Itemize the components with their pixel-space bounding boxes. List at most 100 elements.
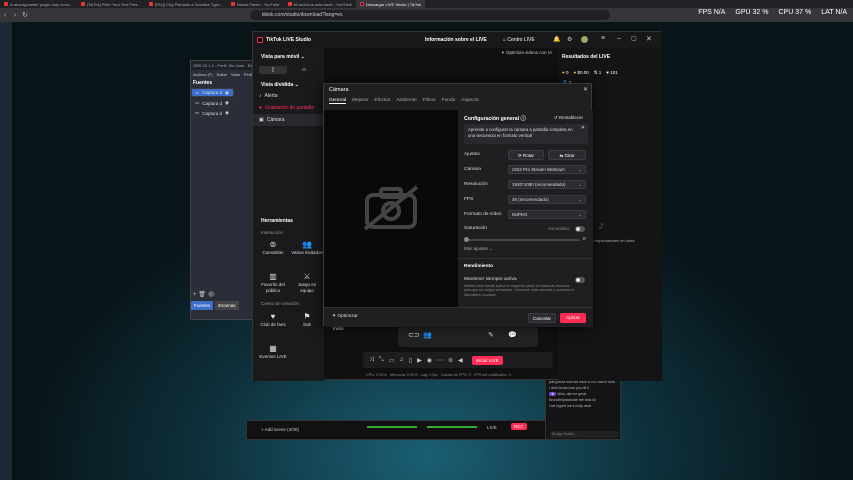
- obs-tab-scenes[interactable]: Escenas: [215, 301, 239, 310]
- studio-titlebar: TikTok LIVE Studio Información sobre el …: [253, 32, 662, 48]
- tool-favorite[interactable]: ▥ Favorito del público: [257, 272, 289, 302]
- landscape-icon[interactable]: ▭: [290, 66, 318, 74]
- sidebar-item-screen-recording[interactable]: ● Grabación de pantalla: [253, 102, 324, 114]
- add-icon[interactable]: +: [193, 292, 197, 298]
- reload-icon[interactable]: ↻: [20, 11, 30, 19]
- trash-icon[interactable]: 🗑: [198, 292, 206, 298]
- more-icon[interactable]: ⋯: [437, 357, 443, 364]
- mic-slider[interactable]: [427, 426, 477, 428]
- chat-icon[interactable]: 💬: [508, 331, 517, 339]
- obs-source-row[interactable]: ▭ Captura d ◉: [191, 98, 259, 108]
- badge: ★: [549, 392, 557, 396]
- empty-state-icon: ♪: [598, 218, 604, 232]
- eye-icon[interactable]: ◉: [225, 100, 229, 106]
- keep-active-toggle[interactable]: [575, 277, 585, 283]
- browser-tab[interactable]: is aboutgoraster plugin may cmoc...: [0, 0, 77, 8]
- browser-tab-active[interactable]: Descargar LIVE Studio | TikTok: [355, 0, 426, 8]
- resolution-select[interactable]: 1920*1080 (recomendado) ⌄: [508, 180, 586, 189]
- live-center-button[interactable]: ⌂ Centro LIVE: [503, 37, 535, 43]
- browser-tab[interactable]: Hands Faces - YouTube: [227, 0, 284, 8]
- rec-button[interactable]: REC: [511, 423, 527, 430]
- sidebar-item-alert[interactable]: ♪ Alerta: [253, 90, 324, 102]
- reset-button[interactable]: ↺ Restablecer: [554, 115, 583, 121]
- close-icon[interactable]: ✕: [646, 35, 652, 43]
- studio-toolbar: ⤨ ⤡ ▭ ♫ ▯ ▶ ◉ ⋯ ≋ ◀ Iniciar LIVE: [363, 352, 553, 368]
- apply-button[interactable]: Aplicar: [560, 313, 586, 323]
- obs-tab-sources[interactable]: Fuentes: [191, 301, 214, 310]
- tool-goal[interactable]: ⚑ Sub: [291, 312, 323, 342]
- record-icon[interactable]: ◉: [427, 357, 432, 364]
- maximize-icon[interactable]: ▢: [631, 35, 637, 42]
- tab-background[interactable]: Fondo: [442, 98, 456, 104]
- format-select[interactable]: MJPEG ⌄: [508, 210, 586, 219]
- mic-icon[interactable]: ♫: [399, 357, 404, 363]
- minimize-icon[interactable]: –: [617, 35, 621, 42]
- browser-tab[interactable]: [TikTok] Pitch Your Sed Pres...: [77, 0, 145, 8]
- phone-icon[interactable]: ▯: [409, 357, 412, 364]
- tab-effects[interactable]: Efectos: [374, 98, 390, 104]
- obs-source-row[interactable]: ▭ Captura d ◉: [191, 88, 234, 97]
- avatar[interactable]: [581, 36, 588, 43]
- notification-icon[interactable]: 🔔: [553, 36, 560, 43]
- tab-appearance[interactable]: Aspecto: [461, 98, 478, 104]
- screen-icon[interactable]: ▭: [389, 357, 395, 364]
- tool-team-game[interactable]: ⚔ Juego en equipo: [291, 272, 323, 302]
- slider-thumb[interactable]: [464, 237, 469, 242]
- browser-tab[interactable]: Mi archivos esta tarde - YouTube: [284, 0, 356, 8]
- live-info-link[interactable]: Información sobre el LIVE: [425, 37, 487, 43]
- eye-icon[interactable]: ◉: [225, 89, 229, 97]
- optimize-button[interactable]: ✦ Optimizar: [332, 314, 358, 319]
- play-icon[interactable]: ▶: [417, 357, 422, 364]
- speaker-icon[interactable]: ◀: [458, 357, 463, 364]
- view-selector[interactable]: Vista para móvil ⌄: [253, 48, 324, 66]
- tab-ambient[interactable]: Ambiente: [396, 98, 416, 104]
- tool-coexist[interactable]: ⊚ Coexistión: [257, 240, 289, 270]
- link-icon[interactable]: ⊂⊃: [408, 331, 420, 339]
- close-icon[interactable]: ✕: [583, 86, 588, 93]
- flip-button[interactable]: ⇆ Girar: [548, 150, 586, 160]
- magic-icon[interactable]: ✎: [488, 331, 494, 339]
- people-icon[interactable]: 👥: [423, 331, 432, 339]
- diamond-stat: ● 0: [562, 70, 569, 75]
- obs-source-row[interactable]: ▭ Captura d ◉: [191, 108, 259, 118]
- saturation-slider[interactable]: [464, 237, 580, 242]
- split-view-header[interactable]: Vista dividida ⌄: [253, 74, 324, 90]
- url-field[interactable]: tiktok.com/studio/download?lang=es: [250, 10, 610, 20]
- settings-icon[interactable]: ⚙: [207, 292, 215, 298]
- menu-icon[interactable]: ≡: [601, 35, 605, 42]
- settings-icon[interactable]: ⚙: [567, 36, 572, 43]
- more-settings-link[interactable]: Más ajustes ⌄: [464, 246, 493, 252]
- back-icon[interactable]: ‹: [0, 12, 10, 19]
- optimize-video-button[interactable]: ✦ Optimiza videos con IA: [501, 50, 552, 56]
- tool-live-events[interactable]: ▦ Eventos LIVE: [257, 344, 289, 374]
- tool-fan-club[interactable]: ♥ Club de fans: [257, 312, 289, 342]
- volume-slider[interactable]: [367, 426, 417, 428]
- chat-input[interactable]: Di algo bonito...: [549, 431, 619, 438]
- auto-saturation-toggle[interactable]: [575, 226, 585, 232]
- camera-select[interactable]: c922 Pro Stream Webcam ⌄: [508, 165, 586, 174]
- monitor-icon: ▭: [195, 89, 200, 95]
- obs-menu-item[interactable]: Editar: [217, 72, 227, 77]
- obs-menu-item[interactable]: Archivo (F): [193, 72, 213, 77]
- shuffle-icon[interactable]: ⤨: [369, 357, 374, 364]
- tab-filters[interactable]: Filtros: [423, 98, 436, 104]
- equalizer-icon[interactable]: ≋: [448, 357, 453, 364]
- forward-icon[interactable]: ›: [10, 12, 20, 19]
- divider: [458, 258, 593, 259]
- tool-guests[interactable]: 👥 Varios invitados: [291, 240, 323, 270]
- viewers-stat: ♥ 101: [606, 70, 618, 75]
- transform-icon[interactable]: ⤡: [379, 357, 384, 364]
- rotate-button[interactable]: ⟳ Rotar: [508, 150, 544, 160]
- obs-menu-item[interactable]: Vista: [231, 72, 240, 77]
- eye-icon[interactable]: ◉: [225, 110, 229, 116]
- go-live-button[interactable]: Iniciar LIVE: [471, 355, 503, 365]
- portrait-icon[interactable]: ▯: [259, 66, 287, 74]
- close-tip-icon[interactable]: ✕: [581, 125, 585, 132]
- tab-enhance[interactable]: Mejorar: [352, 98, 368, 104]
- cancel-button[interactable]: Cancelar: [528, 313, 556, 323]
- sidebar-item-camera[interactable]: ▣ Cámara: [253, 114, 324, 126]
- add-scene-button[interactable]: + Add scene (4/30): [261, 427, 299, 432]
- browser-tab[interactable]: [FAQ] Chg Planlado a Sociales Type...: [145, 0, 227, 8]
- fps-select[interactable]: 30 (recomendado) ⌄: [508, 195, 586, 204]
- tab-general[interactable]: General: [329, 98, 347, 104]
